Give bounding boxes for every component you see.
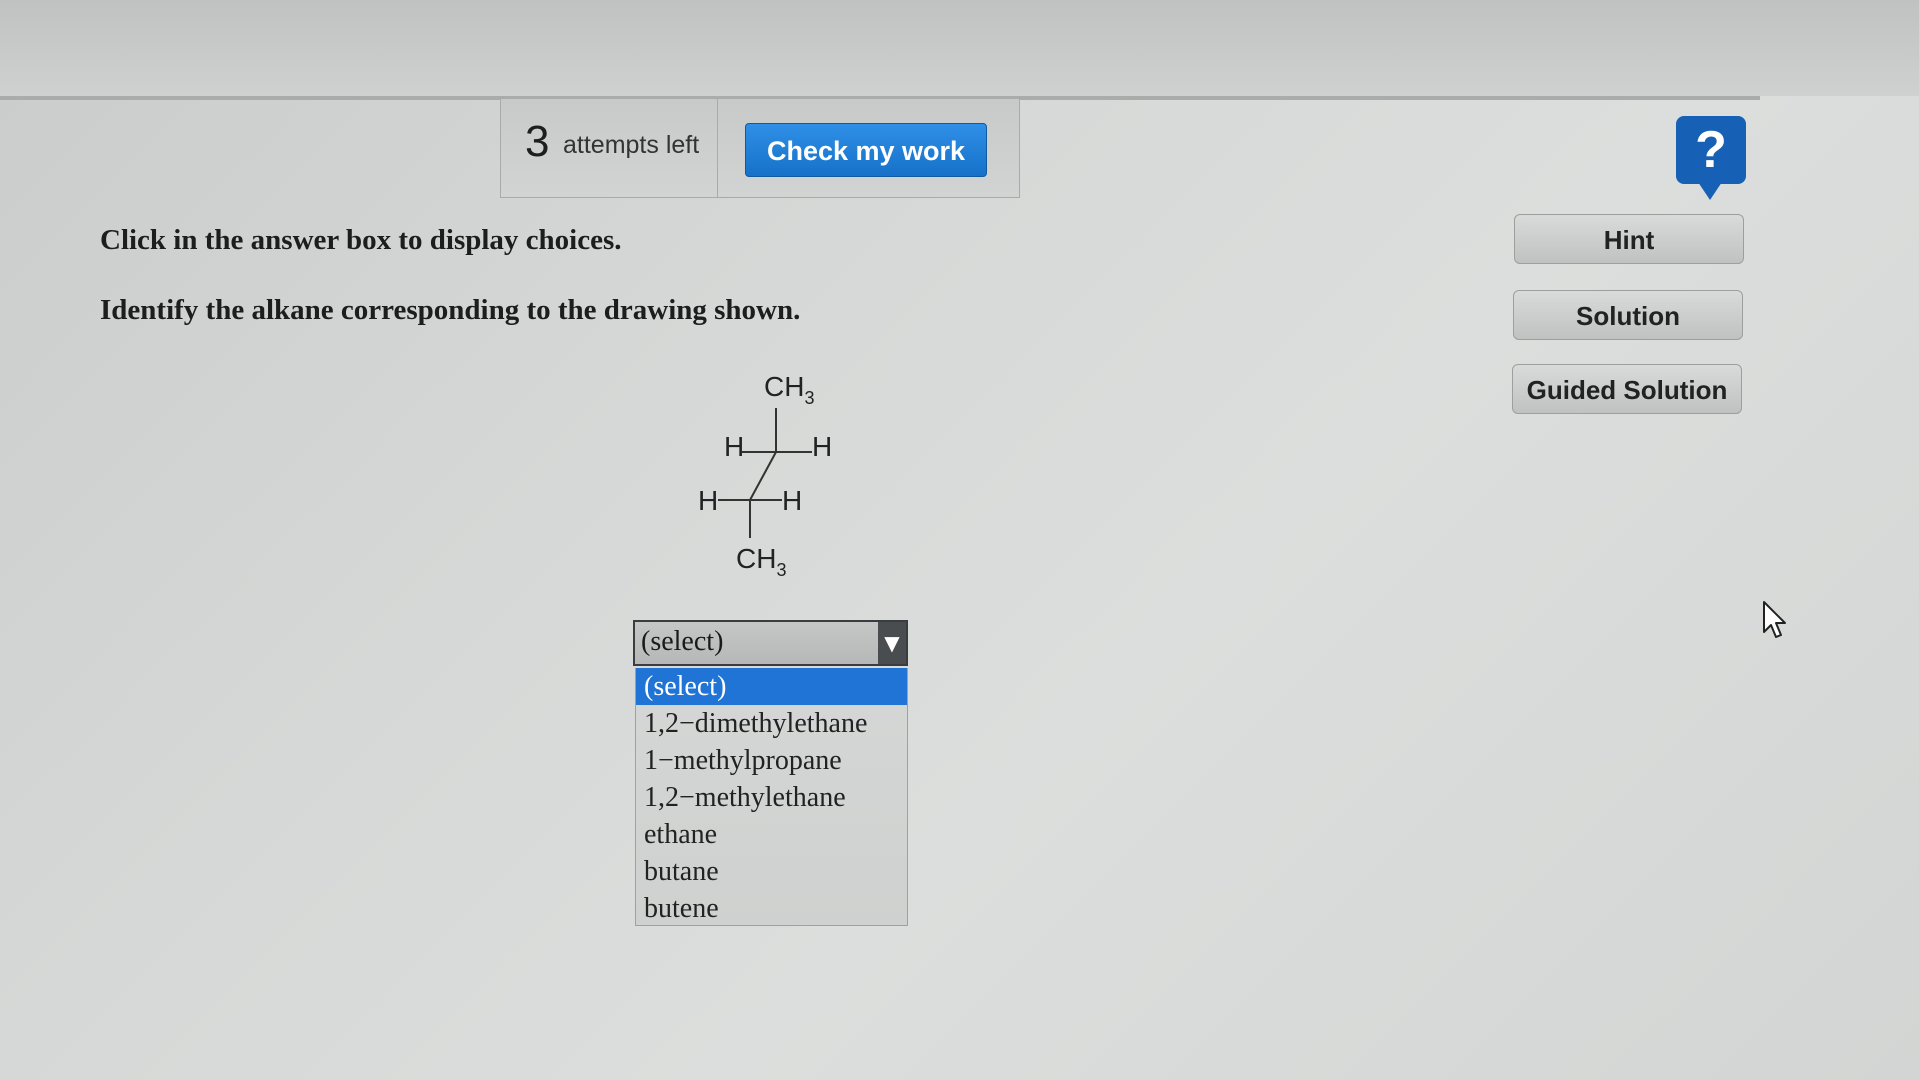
molecule-bonds [718, 408, 812, 538]
click-prompt-text: Click in the answer box to display choic… [100, 224, 622, 256]
back-right-h-label: H [812, 431, 832, 462]
answer-select[interactable]: (select) ▼ [633, 620, 908, 666]
front-left-h-label: H [698, 485, 718, 516]
answer-select-value: (select) [641, 626, 724, 657]
bottom-ch3-label: CH3 [736, 543, 786, 580]
top-strip [0, 0, 1919, 96]
help-question-mark-icon[interactable]: ? [1676, 116, 1746, 200]
top-ch3-label: CH3 [764, 371, 814, 408]
check-my-work-button[interactable]: Check my work [745, 123, 987, 177]
option-butene[interactable]: butene [636, 890, 907, 927]
front-right-h-label: H [782, 485, 802, 516]
attempts-label: attempts left [563, 131, 700, 159]
option-butane[interactable]: butane [636, 853, 907, 890]
option-1-methylpropane[interactable]: 1−methylpropane [636, 742, 907, 779]
attempts-divider [717, 99, 718, 197]
triangle-down-icon[interactable]: ▼ [878, 622, 906, 664]
option-select[interactable]: (select) [636, 668, 907, 705]
option-1-2-dimethylethane[interactable]: 1,2−dimethylethane [636, 705, 907, 742]
attempts-panel: 3 attempts left Check my work [500, 98, 1020, 198]
answer-options-list: (select) 1,2−dimethylethane 1−methylprop… [635, 668, 908, 926]
guided-solution-button[interactable]: Guided Solution [1512, 364, 1742, 414]
solution-button[interactable]: Solution [1513, 290, 1743, 340]
option-1-2-methylethane[interactable]: 1,2−methylethane [636, 779, 907, 816]
option-ethane[interactable]: ethane [636, 816, 907, 853]
attempts-count: 3 [525, 117, 550, 166]
mouse-pointer-icon [1763, 601, 1786, 638]
question-text: Identify the alkane corresponding to the… [100, 294, 801, 326]
sawhorse-molecule-drawing: CH3 CH3 H H H H [698, 371, 832, 580]
back-left-h-label: H [724, 431, 744, 462]
hint-button[interactable]: Hint [1514, 214, 1744, 264]
bond-c-c [749, 451, 777, 501]
